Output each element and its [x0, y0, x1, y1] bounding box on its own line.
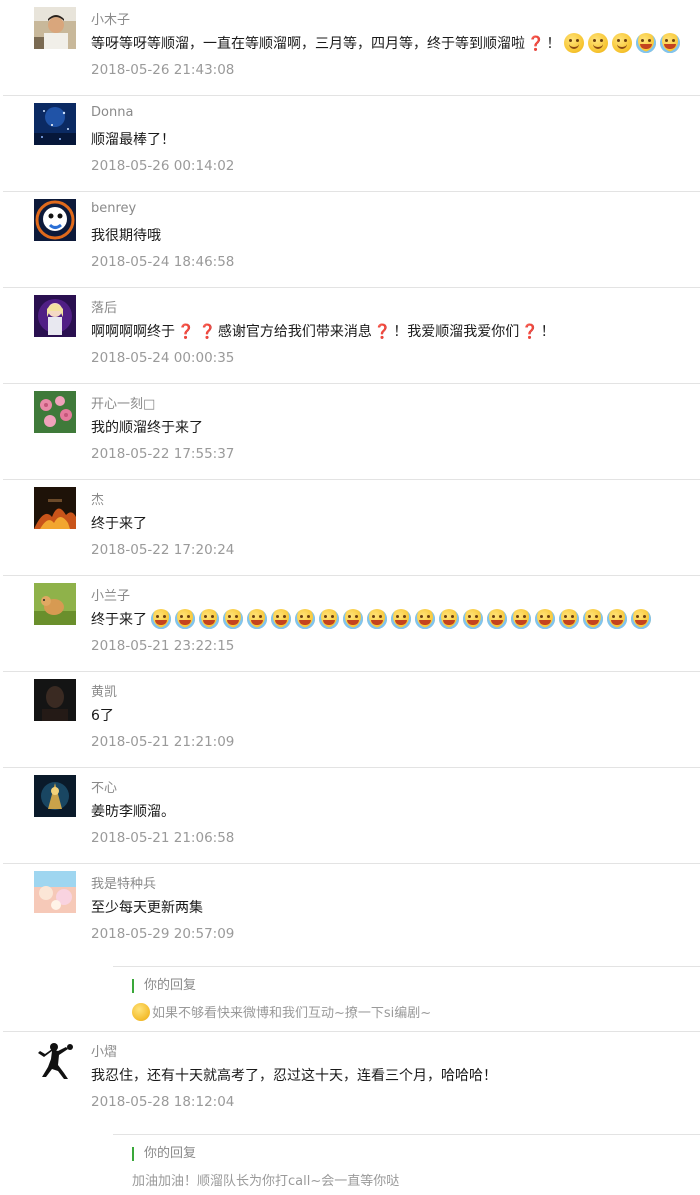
comment-timestamp: 2018-05-22 17:55:37 [91, 446, 235, 462]
anime-girl-icon[interactable] [34, 295, 76, 337]
commenter-name[interactable]: 小兰子 [91, 585, 130, 604]
comment-text: 啊啊啊啊终于 ❓ ❓ 感谢官方给我们带来消息 ❓ ！我爱顺溜我爱你们 ❓！ [91, 324, 555, 340]
comment-text: 终于来了 [91, 609, 651, 629]
comment-timestamp: 2018-05-24 18:46:58 [91, 254, 235, 270]
comment-timestamp: 2018-05-21 21:06:58 [91, 830, 235, 846]
laugh-cry-emoji-icon [607, 609, 627, 629]
game-character-icon[interactable] [34, 775, 76, 817]
laugh-cry-emoji-icon [487, 609, 507, 629]
red-question-mark-icon: ❓ [373, 324, 392, 340]
comment-timestamp: 2018-05-26 21:43:08 [91, 62, 235, 78]
laugh-cry-emoji-icon [175, 609, 195, 629]
puppy-photo-icon[interactable] [34, 583, 76, 625]
comment-timestamp: 2018-05-21 23:22:15 [91, 638, 235, 654]
smile-emoji-icon [612, 33, 633, 53]
commenter-name[interactable]: 落后 [91, 297, 117, 316]
laugh-cry-emoji-icon [319, 609, 339, 629]
comment-timestamp: 2018-05-24 00:00:35 [91, 350, 235, 366]
red-question-mark-icon: ❓ [521, 324, 539, 340]
laugh-cry-emoji-icon [223, 609, 243, 629]
cartoon-bird-icon[interactable] [34, 199, 76, 241]
comment-text: 至少每天更新两集 [91, 900, 203, 916]
commenter-name[interactable]: 杰 [91, 489, 104, 508]
laugh-cry-emoji-icon [559, 609, 579, 629]
reply-block: 你的回复 加油加油！顺溜队长为你打call~会一直等你哒 [113, 1134, 700, 1195]
commenter-name[interactable]: 我是特种兵 [91, 873, 156, 892]
comment-text: 我忍住，还有十天就高考了，忍过这十天，连看三个月，哈哈哈！ [91, 1068, 497, 1084]
laugh-cry-emoji-icon [295, 609, 315, 629]
reply-text: 如果不够看快来微博和我们互动~撩一下si编剧~ [132, 1002, 431, 1021]
comment-item: 黄凯 6了 2018-05-21 21:21:09 [3, 672, 700, 768]
laugh-cry-emoji-icon [583, 609, 603, 629]
comment-item: benrey 我很期待哦 2018-05-24 18:46:58 [3, 192, 700, 288]
grin-emoji-icon [660, 33, 681, 53]
comment-item: 开心一刻□ 我的顺溜终于来了 2018-05-22 17:55:37 [3, 384, 700, 480]
thinking-emoji-icon [132, 1003, 150, 1021]
reply-label: 你的回复 [132, 979, 196, 993]
comment-item: 小熠 我忍住，还有十天就高考了，忍过这十天，连看三个月，哈哈哈！ 2018-05… [3, 1032, 700, 1195]
comment-text: 姜昉李顺溜。 [91, 804, 175, 820]
reply-label: 你的回复 [132, 1147, 196, 1161]
pastel-sky-icon[interactable] [34, 871, 76, 913]
laugh-cry-emoji-icon [391, 609, 411, 629]
laugh-cry-emoji-icon [151, 609, 171, 629]
comment-text: 我很期待哦 [91, 228, 161, 244]
commenter-name[interactable]: 黄凯 [91, 681, 117, 700]
comment-text: 终于来了 [91, 516, 147, 532]
comment-item: 不心 姜昉李顺溜。 2018-05-21 21:06:58 [3, 768, 700, 864]
comment-item: 小兰子 终于来了 2018-05-21 23:22:15 [3, 576, 700, 672]
commenter-name[interactable]: 开心一刻□ [91, 393, 155, 412]
comment-item: 落后 啊啊啊啊终于 ❓ ❓ 感谢官方给我们带来消息 ❓ ！我爱顺溜我爱你们 ❓！ 2018-… [3, 288, 700, 384]
comment-timestamp: 2018-05-29 20:57:09 [91, 926, 235, 942]
comment-text: 等呀等呀等顺溜，一直在等顺溜啊，三月等，四月等，终于等到顺溜啦 ❓！ [91, 33, 681, 53]
comment-text: 我的顺溜终于来了 [91, 420, 203, 436]
laugh-cry-emoji-icon [511, 609, 531, 629]
commenter-name[interactable]: benrey [91, 201, 136, 216]
laugh-cry-emoji-icon [463, 609, 483, 629]
laugh-cry-emoji-icon [343, 609, 363, 629]
red-question-mark-icon: ❓ [177, 324, 195, 340]
man-photo-icon[interactable] [34, 7, 76, 49]
comment-timestamp: 2018-05-22 17:20:24 [91, 542, 235, 558]
comment-item: 我是特种兵 至少每天更新两集 2018-05-29 20:57:09 你的回复 … [3, 864, 700, 1032]
laugh-cry-emoji-icon [367, 609, 387, 629]
comment-timestamp: 2018-05-28 18:12:04 [91, 1094, 235, 1110]
fire-scene-icon[interactable] [34, 487, 76, 529]
blue-stars-icon[interactable] [34, 103, 76, 145]
pingpong-silhouette-icon[interactable] [34, 1039, 76, 1081]
laugh-cry-emoji-icon [439, 609, 459, 629]
reply-block: 你的回复 如果不够看快来微博和我们互动~撩一下si编剧~ [113, 966, 700, 1029]
laugh-cry-emoji-icon [247, 609, 267, 629]
comment-item: 杰 终于来了 2018-05-22 17:20:24 [3, 480, 700, 576]
commenter-name[interactable]: 小熠 [91, 1041, 117, 1060]
grin-emoji-icon [636, 33, 657, 53]
laugh-cry-emoji-icon [271, 609, 291, 629]
smile-emoji-icon [588, 33, 609, 53]
smile-emoji-icon [564, 33, 585, 53]
laugh-cry-emoji-icon [535, 609, 555, 629]
comment-text: 顺溜最棒了！ [91, 132, 175, 148]
comment-feed: 小木子 等呀等呀等顺溜，一直在等顺溜啊，三月等，四月等，终于等到顺溜啦 ❓！ 20… [0, 0, 700, 1195]
laugh-cry-emoji-icon [199, 609, 219, 629]
comment-item: Donna 顺溜最棒了！ 2018-05-26 00:14:02 [3, 96, 700, 192]
commenter-name[interactable]: 不心 [91, 777, 117, 796]
red-question-mark-icon: ❓ [527, 36, 545, 52]
laugh-cry-emoji-icon [631, 609, 651, 629]
dark-portrait-icon[interactable] [34, 679, 76, 721]
commenter-name[interactable]: 小木子 [91, 9, 130, 28]
reply-text: 加油加油！顺溜队长为你打call~会一直等你哒 [132, 1174, 400, 1189]
comment-text: 6了 [91, 708, 114, 724]
red-question-mark-icon: ❓ [198, 324, 216, 340]
commenter-name[interactable]: Donna [91, 105, 133, 120]
comment-timestamp: 2018-05-21 21:21:09 [91, 734, 235, 750]
laugh-cry-emoji-icon [415, 609, 435, 629]
comment-timestamp: 2018-05-26 00:14:02 [91, 158, 235, 174]
pink-roses-icon[interactable] [34, 391, 76, 433]
comment-item: 小木子 等呀等呀等顺溜，一直在等顺溜啊，三月等，四月等，终于等到顺溜啦 ❓！ 20… [3, 0, 700, 96]
